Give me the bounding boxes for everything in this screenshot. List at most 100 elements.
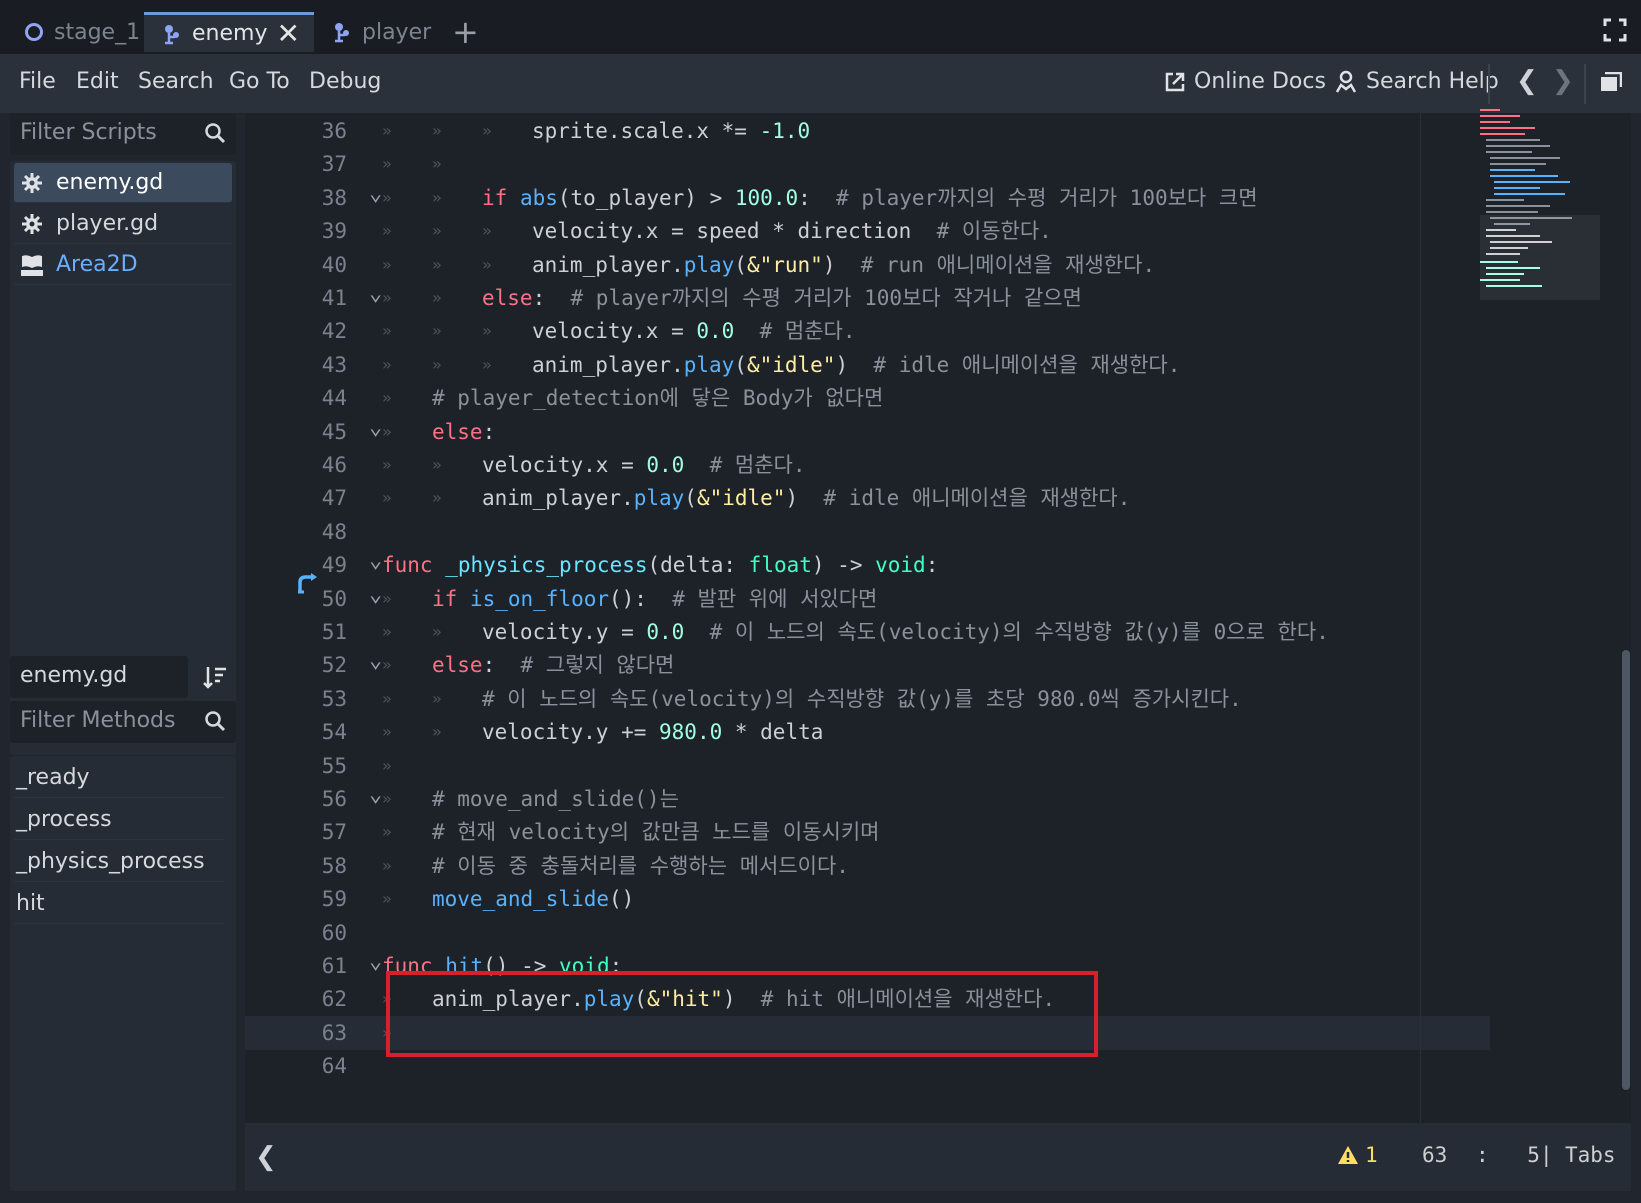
code-line[interactable]: 40 » » » anim_player.play(&"run") # run 애니메이…	[245, 248, 1475, 282]
chevron-left-icon[interactable]: ❮	[1516, 66, 1538, 96]
cursor-separator: :	[1475, 1143, 1489, 1167]
fold-arrow-icon[interactable]: ⌄	[369, 277, 382, 311]
code-line[interactable]: 54 » » velocity.y += 980.0 * delta	[245, 715, 1475, 749]
tab-marker-icon: »	[482, 221, 492, 241]
filter-scripts-input[interactable]: Filter Scripts	[10, 113, 236, 155]
code-line[interactable]: 50 ⌄» if is_on_floor(): # 발판 위에 서있다면	[245, 582, 1475, 616]
highlight-annotation-box	[386, 971, 1098, 1057]
script-item-player[interactable]: player.gd	[14, 204, 232, 244]
close-icon[interactable]: ✕	[277, 20, 300, 48]
tab-marker-icon: »	[432, 154, 442, 174]
fold-arrow-icon[interactable]: ⌄	[369, 177, 382, 211]
menu-file[interactable]: File	[19, 69, 56, 94]
tab-label: stage_1	[54, 19, 141, 45]
cursor-column: 5	[1527, 1143, 1540, 1167]
tab-marker-icon: »	[382, 755, 392, 775]
chevron-left-icon[interactable]: ❮	[255, 1142, 277, 1172]
tab-marker-icon: »	[382, 855, 392, 875]
fold-arrow-icon[interactable]: ⌄	[369, 411, 382, 445]
tab-enemy[interactable]: enemy ✕	[144, 12, 314, 52]
code-line[interactable]: 46 » » velocity.x = 0.0 # 멈춘다.	[245, 448, 1475, 482]
editor-scrollbar[interactable]	[1622, 650, 1630, 1090]
tab-marker-icon: »	[432, 221, 442, 241]
tab-marker-icon: »	[382, 622, 392, 641]
line-number: 58	[321, 853, 347, 878]
tab-marker-icon: »	[382, 822, 392, 842]
code-line[interactable]: 56 ⌄» # move_and_slide()는	[245, 782, 1475, 816]
code-line[interactable]: 36 » » » sprite.scale.x *= -1.0	[245, 114, 1475, 148]
code-text: if abs(to_player) > 100.0: # player까지의 수…	[482, 185, 1258, 210]
code-line[interactable]: 52 ⌄» else: # 그렇지 않다면	[245, 648, 1475, 682]
script-item-enemy[interactable]: enemy.gd	[14, 163, 232, 203]
method-item-hit[interactable]: hit	[14, 884, 224, 924]
code-line[interactable]: 43 » » » anim_player.play(&"idle") # idle 애니…	[245, 348, 1475, 382]
menu-go-to[interactable]: Go To	[229, 69, 290, 94]
code-text: # 현재 velocity의 값만큼 노드를 이동시키며	[432, 820, 880, 845]
code-line[interactable]: 41 ⌄»» else: # player까지의 수평 거리가 100보다 작거나 …	[245, 281, 1475, 315]
warnings-indicator[interactable]: 1	[1337, 1143, 1378, 1167]
script-item-area2d-doc[interactable]: Area2D	[14, 245, 232, 285]
code-line[interactable]: 51 » » velocity.y = 0.0 # 이 노드의 속도(velocity…	[245, 615, 1475, 649]
method-item-physics-process[interactable]: _physics_process	[14, 842, 224, 882]
tab-marker-icon: »	[482, 121, 492, 140]
filter-methods-input[interactable]: Filter Methods	[10, 701, 236, 743]
code-line[interactable]: 47 » » anim_player.play(&"idle") # idle 애니메…	[245, 481, 1475, 515]
fold-arrow-icon[interactable]: ⌄	[369, 945, 382, 979]
code-line[interactable]: 42 » » » velocity.x = 0.0 # 멈춘다.	[245, 314, 1475, 348]
online-docs-button[interactable]: Online Docs	[1164, 69, 1326, 94]
method-item-ready[interactable]: _ready	[14, 758, 224, 798]
tab-label: player	[362, 19, 432, 45]
tab-marker-icon: »	[382, 588, 392, 608]
code-text: # move_and_slide()는	[432, 787, 679, 811]
tab-stage-1[interactable]: stage_1	[14, 12, 142, 52]
code-line[interactable]: 55 »	[245, 749, 1475, 783]
fold-arrow-icon[interactable]: ⌄	[369, 644, 382, 678]
current-script-label: enemy.gd	[20, 663, 128, 688]
tab-marker-icon: »	[432, 288, 442, 307]
tab-marker-icon: »	[382, 889, 392, 909]
tab-marker-icon: »	[382, 421, 392, 441]
minimap-viewport	[1480, 215, 1600, 300]
tab-marker-icon: »	[482, 321, 492, 341]
code-line[interactable]: 53 » » # 이 노드의 속도(velocity)의 수직방향 값(y)를 초당 …	[245, 682, 1475, 716]
fold-arrow-icon[interactable]: ⌄	[369, 578, 382, 612]
external-link-icon	[1165, 72, 1185, 91]
code-line[interactable]: 38 ⌄»» if abs(to_player) > 100.0: # player…	[245, 181, 1475, 215]
code-line[interactable]: 48	[245, 515, 1475, 549]
code-line[interactable]: 57 » # 현재 velocity의 값만큼 노드를 이동시키며	[245, 815, 1475, 849]
tab-marker-icon: »	[382, 488, 392, 508]
cursor-position: 63 : 5	[1422, 1143, 1540, 1167]
search-help-button[interactable]: Search Help	[1334, 69, 1499, 94]
chevron-right-icon[interactable]: ❯	[1552, 66, 1574, 96]
online-docs-label: Online Docs	[1194, 69, 1326, 94]
code-line[interactable]: 58 » # 이동 중 충돌처리를 수행하는 메서드이다.	[245, 849, 1475, 883]
menu-edit[interactable]: Edit	[76, 69, 119, 94]
search-help-label: Search Help	[1366, 69, 1499, 94]
gear-icon	[20, 212, 44, 236]
fullscreen-icon[interactable]	[1603, 18, 1627, 42]
line-number: 51	[321, 620, 347, 644]
menu-search[interactable]: Search	[138, 69, 214, 94]
tab-player[interactable]: player	[318, 12, 438, 52]
code-line[interactable]: 37 » »	[245, 147, 1475, 181]
code-line[interactable]: 59 » move_and_slide()	[245, 882, 1475, 916]
fold-arrow-icon[interactable]: ⌄	[369, 544, 382, 578]
method-override-icon	[298, 573, 317, 594]
code-text: sprite.scale.x *= -1.0	[532, 119, 811, 143]
tab-marker-icon: »	[482, 354, 492, 374]
code-line[interactable]: 49 ⌄ func _physics_process(delta: float) -…	[245, 548, 1475, 582]
indent-mode[interactable]: Tabs	[1565, 1143, 1616, 1167]
doc-icon	[20, 253, 44, 277]
menu-debug[interactable]: Debug	[309, 69, 381, 94]
line-number: 57	[321, 820, 347, 845]
window-toggle-icon[interactable]	[1600, 72, 1622, 92]
fold-arrow-icon[interactable]: ⌄	[369, 778, 382, 812]
sort-icon[interactable]	[202, 664, 228, 690]
code-line[interactable]: 44 » # player_detection에 닿은 Body가 없다면	[245, 381, 1475, 415]
code-line[interactable]: 39 » » » velocity.x = speed * direction # 이동…	[245, 214, 1475, 248]
code-line[interactable]: 60	[245, 916, 1475, 950]
code-text: else: # 그렇지 않다면	[432, 653, 675, 678]
add-tab-icon[interactable]: +	[452, 14, 479, 50]
code-line[interactable]: 45 ⌄» else:	[245, 415, 1475, 449]
method-item-process[interactable]: _process	[14, 800, 224, 840]
